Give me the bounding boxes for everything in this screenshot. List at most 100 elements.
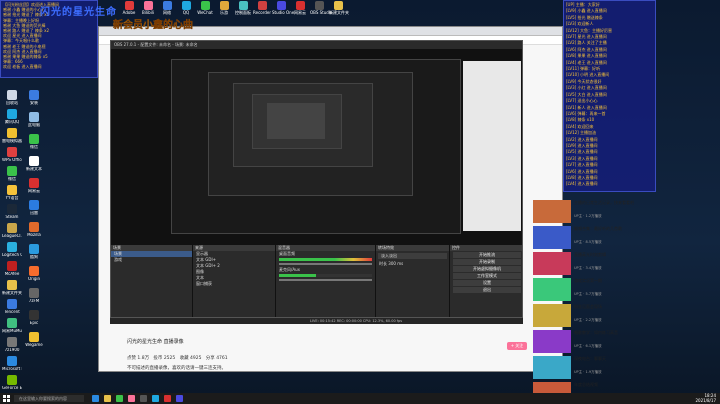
recommended-video[interactable]: 翻唱合集：最好听的几首歌 UP主 · 8.5万播放 — [533, 226, 643, 251]
desktop-icon[interactable]: 迅雷 — [24, 200, 44, 216]
top-app-icon[interactable]: 新建文件夹 — [329, 1, 349, 16]
start-recording-button[interactable]: 开始录制 — [453, 259, 521, 265]
studio-mode-button[interactable]: 工作室模式 — [453, 273, 521, 279]
chat-message: [LV4] 进入直播间 — [566, 181, 598, 187]
app-icon-label: QQ — [182, 10, 190, 15]
desktop-icon[interactable]: Logitech G — [2, 242, 22, 258]
desktop-icon-label: 新建文本 — [26, 167, 42, 171]
top-app-icon[interactable]: 网络 — [158, 1, 176, 16]
desktop-icon[interactable]: 酷狗 — [24, 244, 44, 260]
video-thumbnail[interactable] — [533, 278, 571, 301]
desktop-icon[interactable]: Microsoft Edge — [2, 356, 22, 372]
coin-button[interactable]: 投币 2525 — [153, 356, 175, 361]
top-app-icon[interactable]: Recorder — [253, 1, 271, 15]
desktop-icon[interactable]: 网易云 — [24, 178, 44, 194]
top-app-icon[interactable]: 网易云 — [291, 1, 309, 16]
top-app-icon[interactable]: WeChat — [196, 1, 214, 15]
video-thumbnail[interactable] — [533, 330, 571, 353]
video-title[interactable]: 粉丝见面会现场 — [574, 304, 642, 314]
recommended-video[interactable]: 游戏实况第一期 UP主 · 5.7万播放 — [533, 278, 643, 303]
desktop-icon[interactable]: 7zFM — [24, 288, 44, 304]
desktop-icon-label: 此电脑 — [28, 123, 40, 127]
scene-item[interactable]: 游戏 — [111, 257, 192, 263]
chat-message: 欢迎 老板 进入直播间 — [3, 64, 42, 70]
taskbar-search-input[interactable]: 在这里输入你要搜索的内容 — [14, 395, 84, 402]
recommended-video[interactable]: 唱歌教学：如何练习高音 UP主 · 6.1万播放 — [533, 330, 643, 355]
desktop-icon[interactable]: Epic — [24, 310, 44, 326]
top-app-icon[interactable]: OBS Studio — [310, 1, 332, 15]
taskbar-app-icon[interactable] — [128, 395, 135, 402]
taskbar-clock[interactable]: 18:24 2021/8/17 — [695, 393, 716, 403]
subscribe-button[interactable]: + 关注 — [507, 342, 527, 350]
desktop-icon[interactable]: Mozilla — [24, 222, 44, 238]
top-app-icon[interactable]: Studio One — [272, 1, 294, 15]
obs-window[interactable]: OBS 27.0.1 - 配置文件: 未命名 - 场景: 未命名 场景 场景 游… — [110, 40, 523, 318]
desktop-icon[interactable]: 腾讯QQ — [2, 109, 22, 125]
like-button[interactable]: 点赞 1.8万 — [127, 356, 149, 361]
taskbar-app-icon[interactable] — [116, 395, 123, 402]
desktop-icon[interactable]: 网易MuMu — [2, 318, 22, 334]
taskbar-app-icon[interactable] — [104, 395, 111, 402]
share-button[interactable]: 分享 4761 — [206, 356, 228, 361]
taskbar-app-icon[interactable] — [164, 395, 171, 402]
video-title[interactable]: 翻唱合集：最好听的几首歌 — [574, 226, 642, 236]
video-thumbnail[interactable] — [533, 252, 571, 275]
video-title[interactable]: 游戏实况第一期 — [574, 278, 642, 288]
duration-value[interactable]: 300 ms — [388, 261, 403, 266]
top-app-icon[interactable]: Adobe — [120, 1, 138, 15]
video-thumbnail[interactable] — [533, 200, 571, 223]
top-app-icon[interactable]: 控制面板 — [234, 1, 252, 16]
top-app-icon[interactable]: 乐游 — [215, 1, 233, 16]
volume-slider[interactable] — [279, 263, 372, 265]
source-item[interactable]: 窗口捕获 — [193, 281, 275, 287]
recommended-video[interactable]: 主播的日常生活记录，快来看看吧 UP主 · 1.2万播放 — [533, 200, 643, 225]
desktop-icon[interactable]: 新建文本 — [24, 156, 44, 172]
taskbar-app-icon[interactable] — [152, 395, 159, 402]
recommended-video[interactable]: 直播高光时刻剪辑 UP主 · 3.4万播放 — [533, 252, 643, 277]
desktop-icon[interactable]: 此电脑 — [24, 112, 44, 128]
transition-select[interactable]: 淡入淡出 — [378, 253, 447, 259]
desktop-icon[interactable]: 回收站 — [2, 90, 22, 106]
video-uploader: UP主 · 6.1万播放 — [574, 344, 602, 348]
top-app-icon[interactable]: QQ — [177, 1, 195, 15]
taskbar-app-icon[interactable] — [140, 395, 147, 402]
video-title[interactable]: 直播高光时刻剪辑 — [574, 252, 642, 262]
desktop-icon[interactable]: Steam — [2, 204, 22, 220]
taskbar-app-icon[interactable] — [176, 395, 183, 402]
video-title[interactable]: 唱歌教学：如何练习高音 — [574, 330, 642, 340]
start-streaming-button[interactable]: 开始推流 — [453, 252, 521, 258]
desktop-icon[interactable]: McAfee — [2, 261, 22, 277]
desktop-icon[interactable]: 微信 — [2, 166, 22, 182]
exit-button[interactable]: 退出 — [453, 287, 521, 293]
desktop-icon-graphic — [29, 200, 39, 210]
desktop-icon[interactable]: Wegame — [24, 332, 44, 348]
desktop-icon[interactable]: YY语音 — [2, 185, 22, 201]
desktop-icon[interactable]: LeagueCl... — [2, 223, 22, 239]
scenes-dock: 场景 场景 游戏 — [111, 245, 193, 317]
taskbar-app-icon[interactable] — [92, 395, 99, 402]
desktop-icon[interactable]: GeForce Experience — [2, 375, 22, 391]
desktop-icon[interactable]: 微信 — [24, 134, 44, 150]
desktop-icon[interactable]: 新建文件夹 — [2, 280, 22, 296]
video-title[interactable]: 年度总结视频 — [574, 382, 642, 392]
video-title[interactable]: 深夜电台：聊聊天 — [574, 356, 642, 366]
volume-slider[interactable] — [279, 279, 372, 281]
top-app-icon[interactable]: Bilibili — [139, 1, 157, 15]
desktop-icon[interactable]: 7z1900 — [2, 337, 22, 353]
desktop-icon[interactable]: Tencent — [2, 299, 22, 315]
desktop-icon[interactable]: 雷电模拟器 — [2, 128, 22, 144]
video-thumbnail[interactable] — [533, 226, 571, 249]
recommended-video[interactable]: 深夜电台：聊聊天 UP主 · 1.9万播放 — [533, 356, 643, 381]
desktop-icon[interactable]: 安装 — [24, 90, 44, 106]
virtual-camera-button[interactable]: 开始虚拟摄像机 — [453, 266, 521, 272]
recommended-video[interactable]: 粉丝见面会现场 UP主 · 2.2万播放 — [533, 304, 643, 329]
video-thumbnail[interactable] — [533, 304, 571, 327]
windows-start-icon[interactable] — [3, 395, 10, 402]
desktop-icon-label: Microsoft Edge — [2, 367, 22, 371]
video-thumbnail[interactable] — [533, 356, 571, 379]
desktop-icon[interactable]: Origin — [24, 266, 44, 282]
video-title[interactable]: 主播的日常生活记录，快来看看吧 — [574, 200, 642, 210]
desktop-icon[interactable]: WPS Office — [2, 147, 22, 163]
settings-button[interactable]: 设置 — [453, 280, 521, 286]
favorite-button[interactable]: 收藏 4925 — [180, 356, 202, 361]
